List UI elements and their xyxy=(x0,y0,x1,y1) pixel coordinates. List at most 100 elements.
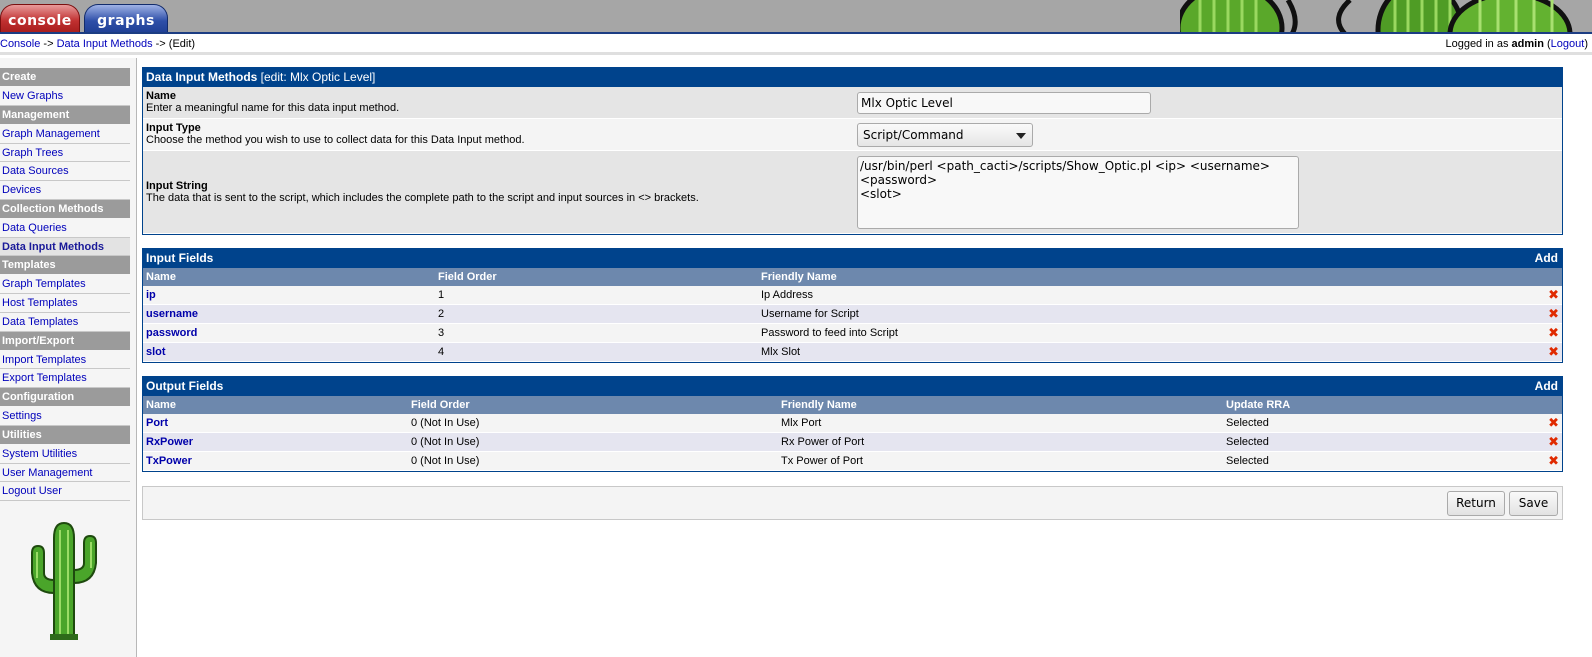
tab-graphs[interactable]: graphs xyxy=(84,4,168,32)
sidebar-link[interactable]: Graph Trees xyxy=(2,147,63,159)
field-name-link[interactable]: password xyxy=(146,327,197,339)
sidebar-item-new-graphs[interactable]: New Graphs xyxy=(0,87,130,106)
menu-header-utilities: Utilities xyxy=(0,425,130,444)
sidebar-item-export-templates[interactable]: Export Templates xyxy=(0,369,130,388)
input-type-select[interactable]: Script/Command xyxy=(857,123,1033,147)
sidebar: Create New Graphs Management Graph Manag… xyxy=(0,58,137,657)
sidebar-link[interactable]: Graph Templates xyxy=(2,278,86,290)
login-paren-close: ) xyxy=(1584,38,1588,50)
delete-icon[interactable]: ✖ xyxy=(1542,304,1562,324)
sidebar-item-data-templates[interactable]: Data Templates xyxy=(0,313,130,332)
field-description: Enter a meaningful name for this data in… xyxy=(146,102,400,114)
input-fields-panel: Input Fields Add Name Field Order Friend… xyxy=(142,248,1563,363)
delete-icon[interactable]: ✖ xyxy=(1542,286,1562,306)
add-output-field-link[interactable]: Add xyxy=(1535,377,1558,396)
login-username: admin xyxy=(1511,38,1544,50)
menu-header-configuration: Configuration xyxy=(0,388,130,406)
table-cell: 4 xyxy=(435,342,758,362)
sidebar-item-graph-templates[interactable]: Graph Templates xyxy=(0,275,130,294)
table-cell: Selected xyxy=(1223,451,1542,471)
table-row: TxPower 0 (Not In Use) Tx Power of Port … xyxy=(143,451,1562,471)
sidebar-menu: Create New Graphs Management Graph Manag… xyxy=(0,68,130,501)
table-cell: 3 xyxy=(435,323,758,343)
sidebar-link[interactable]: Devices xyxy=(2,184,41,196)
sidebar-item-settings[interactable]: Settings xyxy=(0,407,130,426)
table-cell: Mlx Port xyxy=(778,414,1223,434)
sidebar-item-system-utilities[interactable]: System Utilities xyxy=(0,445,130,464)
sidebar-link[interactable]: Data Queries xyxy=(2,222,67,234)
panel-title: Output Fields xyxy=(146,379,224,393)
sidebar-link[interactable]: System Utilities xyxy=(2,448,77,460)
sidebar-link[interactable]: Host Templates xyxy=(2,297,78,309)
sidebar-item-user-management[interactable]: User Management xyxy=(0,464,130,483)
field-name-link[interactable]: TxPower xyxy=(146,455,192,467)
field-description: Choose the method you wish to use to col… xyxy=(146,134,525,146)
table-row: Port 0 (Not In Use) Mlx Port Selected ✖ xyxy=(143,414,1562,434)
sidebar-link[interactable]: Settings xyxy=(2,410,42,422)
field-name-link[interactable]: RxPower xyxy=(146,436,193,448)
column-header xyxy=(1542,268,1562,286)
field-row-name: Name Enter a meaningful name for this da… xyxy=(143,87,1562,119)
delete-icon[interactable]: ✖ xyxy=(1542,451,1562,471)
breadcrumb-console-link[interactable]: Console xyxy=(0,38,40,50)
sidebar-item-data-queries[interactable]: Data Queries xyxy=(0,219,130,238)
save-button[interactable]: Save xyxy=(1509,491,1558,516)
field-row-input-string: Input String The data that is sent to th… xyxy=(143,151,1562,234)
table-cell: Password to feed into Script xyxy=(758,323,1542,343)
sidebar-link[interactable]: Import Templates xyxy=(2,354,86,366)
sidebar-item-graph-management[interactable]: Graph Management xyxy=(0,125,130,144)
sidebar-link[interactable]: Data Sources xyxy=(2,165,69,177)
menu-header-collection-methods: Collection Methods xyxy=(0,199,130,218)
table-cell: Mlx Slot xyxy=(758,342,1542,362)
delete-icon[interactable]: ✖ xyxy=(1542,342,1562,362)
breadcrumb-current: (Edit) xyxy=(168,38,196,50)
sidebar-link[interactable]: Data Templates xyxy=(2,316,78,328)
table-cell: Selected xyxy=(1223,414,1542,434)
field-name-link[interactable]: ip xyxy=(146,289,156,301)
delete-icon[interactable]: ✖ xyxy=(1542,323,1562,343)
column-header: Field Order xyxy=(408,396,778,414)
table-cell: 1 xyxy=(435,286,758,306)
column-header: Field Order xyxy=(435,268,758,286)
sidebar-item-data-sources[interactable]: Data Sources xyxy=(0,162,130,181)
field-description: The data that is sent to the script, whi… xyxy=(146,192,699,204)
sidebar-link[interactable]: New Graphs xyxy=(2,90,63,102)
table-header-row: Name Field Order Friendly Name Update RR… xyxy=(143,396,1562,414)
input-string-textarea[interactable]: /usr/bin/perl <path_cacti>/scripts/Show_… xyxy=(857,156,1299,229)
table-cell: Selected xyxy=(1223,432,1542,452)
logout-link[interactable]: Logout xyxy=(1551,38,1585,50)
sidebar-item-data-input-methods[interactable]: Data Input Methods xyxy=(0,237,130,257)
field-row-input-type: Input Type Choose the method you wish to… xyxy=(143,119,1562,151)
output-fields-panel: Output Fields Add Name Field Order Frien… xyxy=(142,376,1563,472)
select-value: Script/Command xyxy=(863,128,964,142)
panel-header: Data Input Methods [edit: Mlx Optic Leve… xyxy=(143,68,1562,87)
add-input-field-link[interactable]: Add xyxy=(1535,249,1558,268)
table-cell: Tx Power of Port xyxy=(778,451,1223,471)
sidebar-item-import-templates[interactable]: Import Templates xyxy=(0,351,130,370)
breadcrumb-data-input-methods-link[interactable]: Data Input Methods xyxy=(57,38,153,50)
sidebar-link[interactable]: Logout User xyxy=(2,485,62,497)
sidebar-link[interactable]: User Management xyxy=(2,467,93,479)
cactus-banner-icon xyxy=(1180,0,1592,32)
sidebar-item-graph-trees[interactable]: Graph Trees xyxy=(0,144,130,163)
data-input-method-panel: Data Input Methods [edit: Mlx Optic Leve… xyxy=(142,67,1563,235)
field-name-link[interactable]: username xyxy=(146,308,198,320)
sidebar-link[interactable]: Export Templates xyxy=(2,372,87,384)
sidebar-item-logout-user[interactable]: Logout User xyxy=(0,482,130,501)
return-button[interactable]: Return xyxy=(1447,491,1505,516)
panel-title: Input Fields xyxy=(146,251,214,265)
field-label: Input Type xyxy=(146,122,201,134)
breadcrumb-bar: Console -> Data Input Methods -> (Edit) … xyxy=(0,36,1592,55)
name-input[interactable]: Mlx Optic Level xyxy=(857,92,1151,114)
sidebar-link-active[interactable]: Data Input Methods xyxy=(2,241,104,253)
field-name-link[interactable]: slot xyxy=(146,346,166,358)
field-name-link[interactable]: Port xyxy=(146,417,168,429)
delete-icon[interactable]: ✖ xyxy=(1542,414,1562,434)
field-label: Input String xyxy=(146,180,208,192)
sidebar-link[interactable]: Graph Management xyxy=(2,128,100,140)
delete-icon[interactable]: ✖ xyxy=(1542,432,1562,452)
sidebar-item-host-templates[interactable]: Host Templates xyxy=(0,294,130,313)
sidebar-item-devices[interactable]: Devices xyxy=(0,181,130,200)
breadcrumb-separator: -> xyxy=(40,38,57,50)
tab-console[interactable]: console xyxy=(0,4,80,32)
